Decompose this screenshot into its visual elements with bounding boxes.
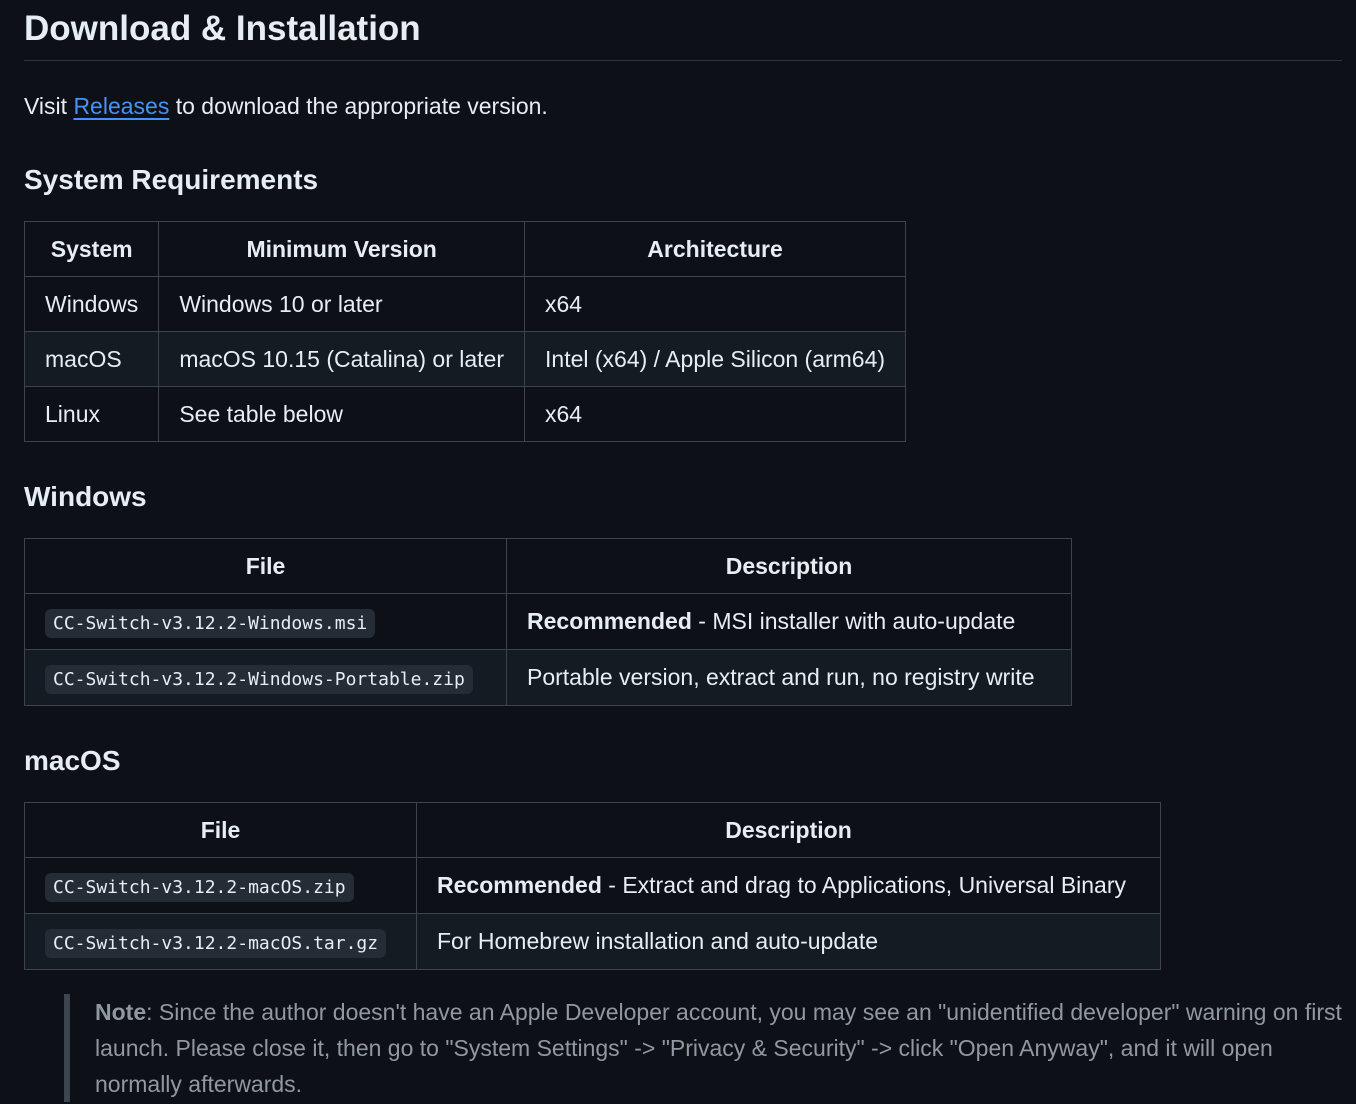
system-requirements-table: System Minimum Version Architecture Wind… (23, 221, 907, 442)
file-name: CC-Switch-v3.12.2-Windows-Portable.zip (45, 665, 473, 695)
description-text: For Homebrew installation and auto-updat… (437, 928, 879, 955)
description-text: - MSI installer with auto-update (691, 608, 1016, 635)
table-cell: See table below (158, 386, 526, 442)
table-cell: Intel (x64) / Apple Silicon (arm64) (524, 331, 907, 387)
releases-link[interactable]: Releases (73, 93, 169, 119)
description-cell: Recommended - MSI installer with auto-up… (506, 593, 1072, 650)
column-header: File (24, 802, 417, 858)
note-label: Note (95, 999, 147, 1025)
note-blockquote: Note: Since the author doesn't have an A… (64, 994, 1356, 1102)
file-cell: CC-Switch-v3.12.2-macOS.tar.gz (24, 913, 417, 970)
description-cell: Recommended - Extract and drag to Applic… (416, 857, 1161, 914)
column-header: Architecture (524, 221, 907, 277)
table-row: Windows Windows 10 or later x64 (23, 276, 907, 332)
file-cell: CC-Switch-v3.12.2-macOS.zip (24, 857, 417, 914)
table-row: macOS macOS 10.15 (Catalina) or later In… (23, 331, 907, 387)
windows-files-table: File Description CC-Switch-v3.12.2-Windo… (24, 538, 1072, 706)
table-cell: Windows 10 or later (158, 276, 526, 332)
table-cell: x64 (524, 386, 907, 442)
description-cell: Portable version, extract and run, no re… (506, 649, 1072, 706)
heading-macos: macOS (24, 745, 121, 776)
note-text: : Since the author doesn't have an Apple… (95, 999, 1342, 1097)
column-header: System (23, 221, 160, 277)
file-name: CC-Switch-v3.12.2-macOS.zip (45, 873, 354, 903)
table-row: Linux See table below x64 (23, 386, 907, 442)
description-cell: For Homebrew installation and auto-updat… (416, 913, 1161, 970)
table-row: CC-Switch-v3.12.2-Windows.msi Recommende… (24, 593, 1072, 650)
column-header: File (24, 538, 507, 594)
table-cell: x64 (524, 276, 907, 332)
description-text: Portable version, extract and run, no re… (527, 664, 1035, 691)
table-cell: Windows (23, 276, 160, 332)
heading-system-requirements: System Requirements (24, 164, 319, 195)
table-row: CC-Switch-v3.12.2-macOS.tar.gz For Homeb… (24, 913, 1161, 970)
table-header-row: File Description (24, 538, 1072, 594)
recommended-label: Recommended (437, 872, 602, 899)
intro-paragraph: Visit Releases to download the appropria… (24, 88, 1342, 124)
file-name: CC-Switch-v3.12.2-Windows.msi (45, 609, 376, 639)
file-cell: CC-Switch-v3.12.2-Windows.msi (24, 593, 507, 650)
recommended-label: Recommended (527, 608, 692, 635)
heading-windows: Windows (24, 481, 147, 512)
file-name: CC-Switch-v3.12.2-macOS.tar.gz (45, 929, 387, 959)
column-header: Description (416, 802, 1161, 858)
readme-content: Download & Installation Visit Releases t… (0, 0, 1342, 1102)
column-header: Description (506, 538, 1072, 594)
macos-files-table: File Description CC-Switch-v3.12.2-macOS… (24, 802, 1161, 970)
intro-suffix: to download the appropriate version. (169, 93, 548, 119)
table-cell: Linux (23, 386, 160, 442)
column-header: Minimum Version (158, 221, 526, 277)
table-row: CC-Switch-v3.12.2-macOS.zip Recommended … (24, 857, 1161, 914)
table-header-row: System Minimum Version Architecture (23, 221, 907, 277)
table-cell: macOS (23, 331, 160, 387)
table-header-row: File Description (24, 802, 1161, 858)
table-cell: macOS 10.15 (Catalina) or later (158, 331, 526, 387)
section-heading-download: Download & Installation (24, 0, 1342, 61)
intro-prefix: Visit (24, 93, 74, 119)
description-text: - Extract and drag to Applications, Univ… (601, 872, 1127, 899)
table-row: CC-Switch-v3.12.2-Windows-Portable.zip P… (24, 649, 1072, 706)
file-cell: CC-Switch-v3.12.2-Windows-Portable.zip (24, 649, 507, 706)
